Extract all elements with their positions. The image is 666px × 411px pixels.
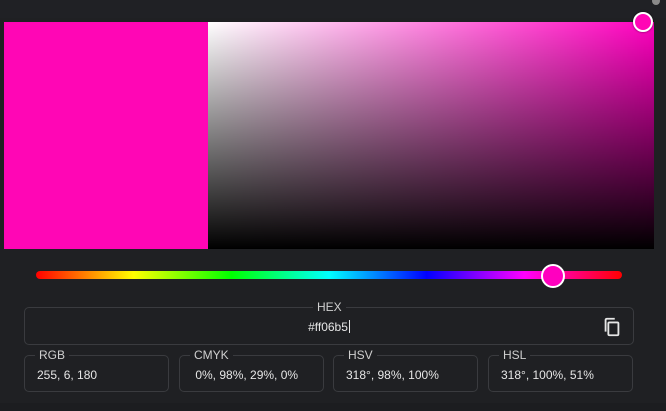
copy-icon[interactable] [601,316,623,338]
cmyk-label: CMYK [190,348,233,362]
hsl-label: HSL [499,348,531,362]
hsv-value[interactable]: 318°, 98%, 100% [346,368,439,382]
saturation-value-handle[interactable] [633,12,653,32]
hex-input[interactable]: #ff06b5 [25,320,633,334]
top-corner-marker [652,0,660,5]
cmyk-value[interactable]: 0%, 98%, 29%, 0% [192,368,298,382]
saturation-value-area[interactable] [208,22,654,249]
rgb-value[interactable]: 255, 6, 180 [37,368,97,382]
hue-slider-track[interactable] [36,271,622,279]
hsl-value[interactable]: 318°, 100%, 51% [501,368,594,382]
panel-top-edge [0,0,666,18]
hsv-field[interactable]: HSV 318°, 98%, 100% [333,348,478,392]
current-color-preview [4,22,208,249]
hsv-label: HSV [344,348,377,362]
panel-bottom-edge [0,403,666,411]
rgb-field[interactable]: RGB 255, 6, 180 [24,348,169,392]
hex-value: #ff06b5 [308,320,348,334]
hex-field[interactable]: HEX #ff06b5 [24,300,634,345]
cmyk-field[interactable]: CMYK 0%, 98%, 29%, 0% [179,348,324,392]
text-caret [348,320,350,333]
color-picker-panel: HEX #ff06b5 RGB 255, 6, 180 CMYK 0%, 98%… [0,0,666,411]
rgb-label: RGB [35,348,70,362]
hue-slider-handle[interactable] [541,264,566,288]
hsl-field[interactable]: HSL 318°, 100%, 51% [488,348,633,392]
hex-label: HEX [313,300,346,314]
